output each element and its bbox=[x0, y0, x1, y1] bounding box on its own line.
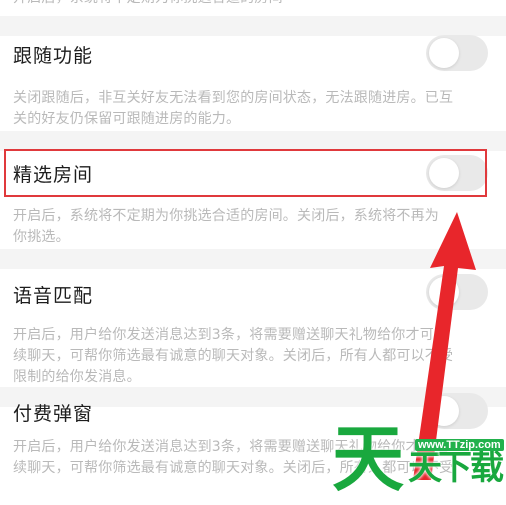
watermark-logo-char: 天 bbox=[332, 417, 405, 501]
watermark-url: www.TTzip.com bbox=[415, 439, 504, 451]
pointer-arrow-icon bbox=[413, 212, 476, 480]
